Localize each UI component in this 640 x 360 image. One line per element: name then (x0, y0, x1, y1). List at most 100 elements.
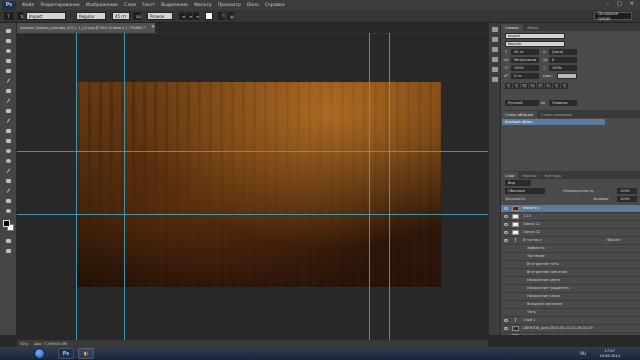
start-button[interactable] (34, 348, 45, 359)
layer-row[interactable]: Наложение узора (501, 293, 640, 301)
layer-row[interactable]: Тень (501, 309, 640, 317)
layer-row[interactable]: Наложение градиента (501, 285, 640, 293)
crop-tool-icon[interactable] (4, 67, 13, 75)
screen-mode-icon[interactable] (4, 247, 13, 255)
minimize-button[interactable]: – (607, 1, 610, 7)
actions-panel-icon[interactable] (492, 37, 498, 42)
eye-icon[interactable] (504, 207, 508, 210)
document-tab[interactable]: shablon_shapka_youtube_2011_1_(2).jpg @ … (17, 23, 155, 33)
all-caps-button[interactable]: TT (521, 83, 528, 89)
horizontal-guide[interactable] (17, 151, 488, 152)
quick-mask-icon[interactable] (4, 237, 13, 245)
pen-tool-icon[interactable] (4, 167, 13, 175)
layers-opacity[interactable]: 100% (617, 188, 637, 194)
move-tool-icon[interactable] (4, 27, 13, 35)
char-font-family[interactable]: Impact (505, 33, 565, 39)
subscript-button[interactable]: T₁ (545, 83, 552, 89)
menu-type[interactable]: Текст (142, 3, 155, 8)
options-font-size[interactable]: 45 пт (112, 12, 130, 20)
layer-row[interactable]: LBENYOB_jpeg 2013-05-24 22-16-02-19 (501, 325, 640, 333)
align-left-icon[interactable]: ≡ (179, 12, 185, 20)
warp-text-icon[interactable]: Ⓣ (218, 12, 225, 20)
history-panel-icon[interactable] (492, 27, 498, 32)
type-tool-preset-icon[interactable]: T (4, 12, 14, 20)
char-horizontal-scale[interactable]: 100% (549, 65, 577, 71)
tab-layers[interactable]: Слои (501, 172, 519, 179)
layer-row[interactable]: Слой 1 (501, 333, 640, 335)
healing-tool-icon[interactable] (4, 87, 13, 95)
faux-italic-button[interactable]: T (513, 83, 520, 89)
horizontal-guide[interactable] (17, 214, 488, 215)
type-tool-icon[interactable] (4, 177, 13, 185)
eye-icon[interactable] (504, 223, 508, 226)
options-font-style[interactable]: Regular (76, 12, 106, 20)
eraser-tool-icon[interactable] (4, 127, 13, 135)
layer-row[interactable]: Эффекты (501, 245, 640, 253)
layer-row[interactable]: texture_s (501, 205, 640, 213)
vertical-guide[interactable] (76, 33, 77, 340)
tab-paths[interactable]: Контуры (541, 172, 565, 179)
char-kerning[interactable]: Метрически (511, 57, 539, 63)
char-baseline-shift[interactable]: 0 пт (511, 73, 539, 79)
layer-row[interactable]: T Слой 1 (501, 317, 640, 325)
taskbar-photoshop[interactable]: Ps (58, 348, 74, 359)
menu-view[interactable]: Просмотр (218, 3, 241, 8)
vertical-guide[interactable] (124, 33, 125, 340)
menu-edit[interactable]: Редактирование (40, 3, 79, 8)
tab-character[interactable]: Символ (501, 24, 524, 31)
layers-blend-mode[interactable]: Обычные (505, 188, 545, 194)
blur-tool-icon[interactable] (4, 147, 13, 155)
char-color-swatch[interactable] (557, 73, 577, 79)
tab-paragraph-styles[interactable]: Стили абзацев (501, 111, 538, 118)
image-canvas[interactable] (77, 82, 441, 287)
menu-layers[interactable]: Слои (124, 3, 136, 8)
small-caps-button[interactable]: Tt (529, 83, 536, 89)
brush-tool-icon[interactable] (4, 97, 13, 105)
options-font-family[interactable]: Impact (26, 12, 66, 20)
menu-select[interactable]: Выделение (161, 3, 188, 8)
lasso-tool-icon[interactable] (4, 47, 13, 55)
char-leading[interactable]: (Авто) (549, 49, 577, 55)
strikethrough-button[interactable]: T (561, 83, 568, 89)
eye-icon[interactable] (504, 319, 508, 322)
eye-icon[interactable] (504, 327, 508, 330)
foreground-color-swatch[interactable] (3, 220, 10, 227)
menu-window[interactable]: Окно (247, 3, 259, 8)
properties-panel-icon[interactable] (492, 57, 498, 62)
layers-filter-kind[interactable]: Вид (505, 180, 531, 186)
menu-file[interactable]: Файл (22, 3, 34, 8)
quick-select-tool-icon[interactable] (4, 57, 13, 65)
close-document-icon[interactable]: × (151, 24, 155, 30)
zoom-level[interactable]: 50% (20, 342, 28, 346)
dodge-tool-icon[interactable] (4, 157, 13, 165)
layer-row[interactable]: Внутреннее тень (501, 261, 640, 269)
marquee-tool-icon[interactable] (4, 37, 13, 45)
layer-row[interactable]: Внутреннее свечение (501, 269, 640, 277)
faux-bold-button[interactable]: T (505, 83, 512, 89)
char-vertical-scale[interactable]: 100% (511, 65, 539, 71)
vertical-guide[interactable] (389, 33, 390, 340)
align-center-icon[interactable]: ≡ (186, 12, 192, 20)
canvas-area[interactable] (17, 33, 488, 340)
layer-row[interactable]: Наложение цвета (501, 277, 640, 285)
tab-channels[interactable]: Каналы (518, 172, 540, 179)
layer-row[interactable]: Внешнее свечение (501, 301, 640, 309)
eye-icon[interactable] (504, 231, 508, 234)
info-panel-icon[interactable] (492, 47, 498, 52)
tab-paragraph[interactable]: Абзац (523, 24, 542, 31)
layer-row[interactable]: 1-10 (501, 213, 640, 221)
menu-image[interactable]: Изображение (86, 3, 118, 8)
maximize-button[interactable]: □ (617, 1, 622, 7)
taskbar-app-icon[interactable]: ◐ (78, 348, 94, 359)
superscript-button[interactable]: T¹ (537, 83, 544, 89)
orientation-toggle-icon[interactable]: ⇅ (17, 12, 23, 20)
char-font-size[interactable]: 45 пт (511, 49, 539, 55)
char-anti-alias[interactable]: Плавное (549, 100, 577, 106)
brush-panel-icon[interactable] (492, 67, 498, 72)
swatches-panel-icon[interactable] (492, 77, 498, 82)
vertical-guide[interactable] (369, 33, 370, 340)
char-font-style[interactable]: Regular (505, 41, 565, 47)
underline-button[interactable]: T (553, 83, 560, 89)
paragraph-style-item[interactable]: Базовый абзац (502, 119, 605, 125)
menu-help[interactable]: Справка (265, 3, 285, 8)
